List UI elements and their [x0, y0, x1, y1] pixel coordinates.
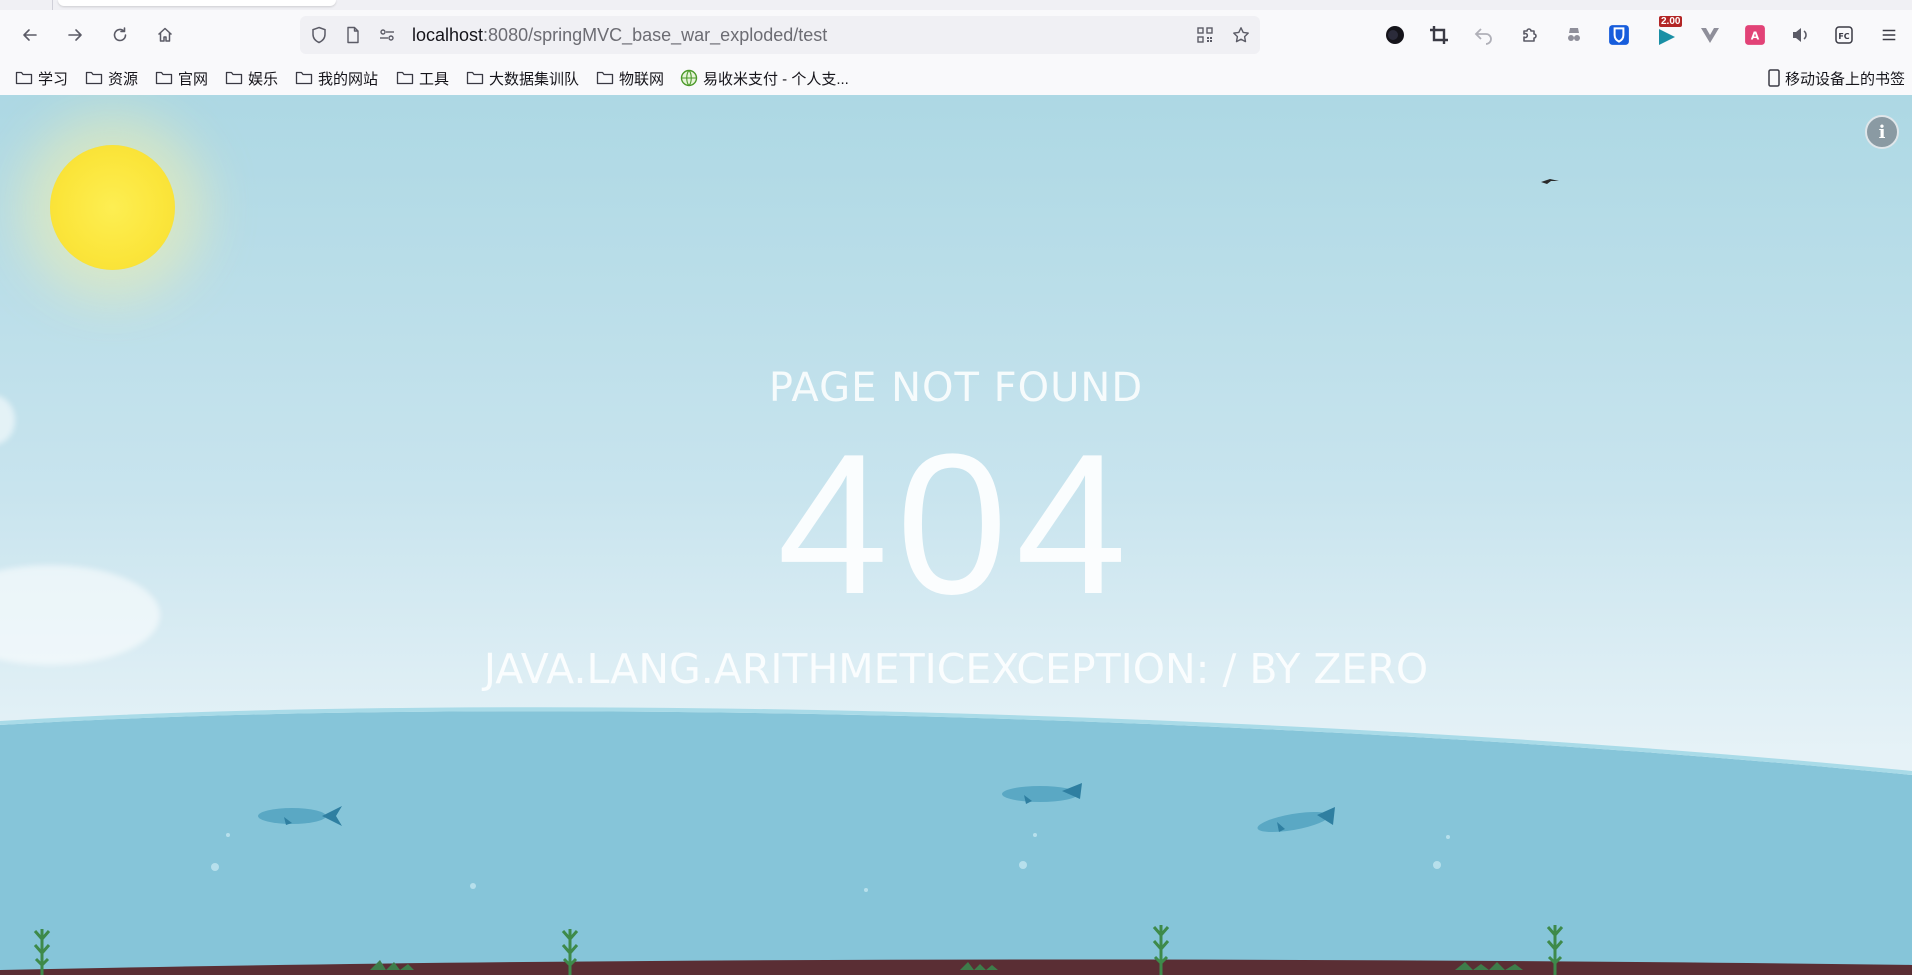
home-button[interactable]	[150, 20, 180, 50]
back-arrow-icon	[23, 29, 37, 41]
page-icon	[344, 26, 362, 44]
bookmark-label: 学习	[38, 70, 69, 88]
bookmark-item[interactable]: 娱乐	[225, 67, 278, 89]
fish-illustration	[258, 806, 342, 826]
svg-text:A: A	[1751, 29, 1760, 42]
video-speed-icon[interactable]: 2.00	[1653, 16, 1683, 47]
undo-arrow-icon[interactable]	[1472, 23, 1496, 47]
app-menu-icon[interactable]	[1877, 23, 1901, 47]
bookmark-label: 大数据集训队	[489, 70, 580, 88]
mobile-device-icon	[1768, 69, 1780, 87]
svg-text:FC: FC	[1838, 32, 1849, 41]
bookmark-star-icon[interactable]	[1232, 26, 1250, 44]
bookmark-label: 娱乐	[248, 70, 279, 88]
bookmark-label: 物联网	[619, 70, 665, 88]
fish-illustration	[1002, 783, 1082, 804]
error-code: 404	[777, 413, 1135, 636]
url-path: :8080/springMVC_base_war_exploded/test	[483, 25, 828, 45]
url-bar[interactable]: localhost:8080/springMVC_base_war_explod…	[300, 16, 1260, 54]
folder-icon	[596, 71, 614, 85]
fc-extension-icon[interactable]: FC	[1832, 23, 1856, 47]
tab-strip	[0, 0, 1912, 10]
bookmark-label: 易收米支付 - 个人支...	[703, 70, 849, 88]
page-title: PAGE NOT FOUND	[768, 365, 1144, 411]
site-permissions-icon[interactable]	[378, 26, 396, 44]
mobile-bookmarks[interactable]: 移动设备上的书签	[1768, 67, 1905, 89]
bookmark-item[interactable]: 物联网	[596, 67, 664, 89]
shield-icon[interactable]	[310, 26, 328, 44]
sun-illustration	[50, 145, 175, 270]
screenshot-crop-icon[interactable]	[1427, 23, 1451, 47]
folder-icon	[85, 71, 103, 85]
folder-icon	[396, 71, 414, 85]
extension-badge: 2.00	[1659, 16, 1683, 27]
bookmark-item[interactable]: 大数据集训队	[466, 67, 579, 89]
seaweed-illustration	[33, 929, 51, 975]
vue-devtools-icon[interactable]	[1698, 23, 1722, 47]
forward-arrow-icon	[68, 29, 82, 41]
globe-icon	[680, 69, 698, 87]
folder-icon	[15, 71, 33, 85]
qr-code-icon[interactable]	[1196, 26, 1214, 44]
bookmark-item[interactable]: 学习	[15, 67, 68, 89]
info-icon: i	[1878, 121, 1886, 143]
bookmark-label: 官网	[178, 70, 209, 88]
bird-illustration	[1541, 179, 1559, 184]
bookmark-item[interactable]: 易收米支付 - 个人支...	[680, 67, 849, 89]
spy-extension-icon[interactable]	[1562, 23, 1586, 47]
bookmark-label: 工具	[419, 70, 450, 88]
folder-icon	[466, 71, 484, 85]
seaweed-illustration	[1152, 925, 1170, 975]
reload-icon	[113, 27, 127, 42]
seaweed-illustration	[1546, 925, 1564, 975]
seaweed-illustration	[561, 929, 579, 975]
sea-illustration	[0, 707, 1912, 975]
url-text[interactable]: localhost:8080/springMVC_base_war_explod…	[412, 25, 827, 45]
url-host: localhost	[412, 25, 484, 45]
fish-illustration	[1257, 807, 1335, 833]
volume-icon[interactable]	[1788, 23, 1812, 47]
bookmark-item[interactable]: 资源	[85, 67, 138, 89]
back-button[interactable]	[15, 20, 45, 50]
bookmark-item[interactable]: 我的网站	[295, 67, 378, 89]
reload-button[interactable]	[105, 20, 135, 50]
error-detail: JAVA.LANG.ARITHMETICEXCEPTION: / BY ZERO	[483, 645, 1429, 693]
error-page: i PAGE NOT FOUND 404 JAVA.LANG.ARITHMETI…	[0, 95, 1912, 975]
bookmarks-toolbar: 学习 资源 官网 娱乐 我的网站 工具 大数据集训队 物联网 易收米支付 - 个…	[0, 62, 1912, 94]
tab-separator	[52, 0, 53, 10]
mobile-bookmarks-label: 移动设备上的书签	[1785, 70, 1906, 88]
folder-icon	[225, 71, 243, 85]
dark-reader-icon[interactable]	[1383, 23, 1407, 47]
bookmark-item[interactable]: 工具	[396, 67, 449, 89]
translate-icon[interactable]: A	[1743, 23, 1767, 47]
navigation-toolbar: localhost:8080/springMVC_base_war_explod…	[0, 10, 1912, 60]
forward-button[interactable]	[60, 20, 90, 50]
folder-icon	[155, 71, 173, 85]
bookmark-label: 资源	[108, 70, 139, 88]
info-button[interactable]: i	[1865, 115, 1899, 149]
extensions-puzzle-icon[interactable]	[1518, 23, 1542, 47]
active-tab[interactable]	[58, 0, 336, 6]
bookmark-label: 我的网站	[318, 70, 379, 88]
folder-icon	[295, 71, 313, 85]
bitwarden-icon[interactable]	[1607, 23, 1631, 47]
bookmark-item[interactable]: 官网	[155, 67, 208, 89]
home-icon	[157, 27, 173, 42]
